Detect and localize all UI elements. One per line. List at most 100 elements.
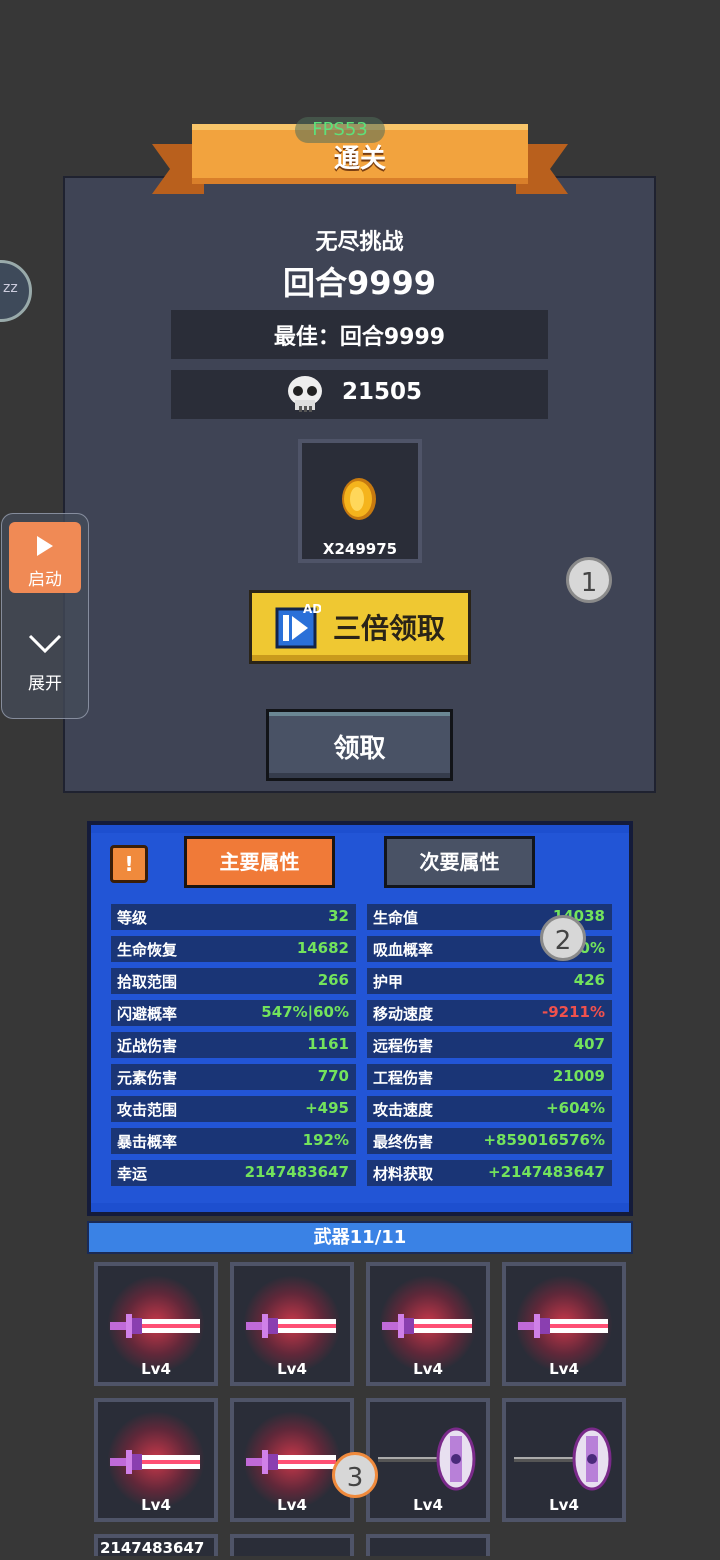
stat-name: 闪避概率 — [117, 1005, 178, 1023]
fps-counter: FPS53 — [295, 117, 385, 143]
weapon-slot[interactable]: Lv4 — [94, 1398, 218, 1522]
sword-icon — [244, 1306, 340, 1350]
weapon-slot[interactable]: Lv4 — [94, 1262, 218, 1386]
stat-value: 266 — [317, 971, 349, 989]
weapon-level: Lv4 — [549, 1360, 579, 1378]
coin-count: X249975 — [322, 540, 398, 558]
weapon-level: Lv4 — [141, 1496, 171, 1514]
stat-name: 最终伤害 — [373, 1133, 434, 1151]
sword-icon — [244, 1442, 340, 1486]
stat-name: 工程伤害 — [373, 1069, 434, 1087]
stat-row: 攻击速度 +604% — [367, 1096, 612, 1122]
stat-value: +859016576% — [483, 1131, 605, 1149]
stat-row: 幸运 2147483647 — [111, 1160, 356, 1186]
stat-name: 护甲 — [373, 973, 404, 991]
stat-row: 工程伤害 21009 — [367, 1064, 612, 1090]
stat-row: 闪避概率 547%|60% — [111, 1000, 356, 1026]
stat-row: 暴击概率 192% — [111, 1128, 356, 1154]
sword-icon — [516, 1306, 612, 1350]
stat-row: 生命恢复 14682 — [111, 936, 356, 962]
expand-label[interactable]: 展开 — [9, 669, 81, 694]
claim-label: 领取 — [333, 734, 386, 764]
info-icon[interactable]: ! — [110, 845, 148, 883]
stat-value: 32 — [328, 907, 349, 925]
weapon-slot[interactable]: Lv4 — [502, 1398, 626, 1522]
chevron-down-icon[interactable] — [27, 632, 63, 656]
stat-row: 近战伤害 1161 — [111, 1032, 356, 1058]
kill-count: 21505 — [342, 379, 423, 405]
weapon-slot[interactable]: Lv4 — [366, 1398, 490, 1522]
round-label: 回合9999 — [282, 264, 437, 302]
weapon-level: Lv4 — [141, 1360, 171, 1378]
touch-marker-3: 3 — [332, 1452, 378, 1498]
stat-name: 近战伤害 — [117, 1037, 178, 1055]
stat-value: 2147483647 — [244, 1163, 349, 1181]
stat-row: 攻击范围 +495 — [111, 1096, 356, 1122]
zz-label: zz — [3, 280, 18, 296]
ad-video-icon: AD — [275, 603, 321, 649]
coin-icon — [342, 478, 376, 520]
stat-value: 407 — [573, 1035, 605, 1053]
touch-marker-2: 2 — [540, 915, 586, 961]
stat-value: +2147483647 — [488, 1163, 605, 1181]
weapon-level: Lv4 — [277, 1496, 307, 1514]
stat-name: 吸血概率 — [373, 941, 434, 959]
stat-row: 元素伤害 770 — [111, 1064, 356, 1090]
stat-row: 材料获取 +2147483647 — [367, 1160, 612, 1186]
stat-name: 材料获取 — [373, 1165, 434, 1183]
tab-main-attributes[interactable]: 主要属性 — [184, 836, 335, 888]
triple-claim-label: 三倍领取 — [333, 612, 446, 645]
axe-icon — [376, 1424, 482, 1498]
weapon-slot[interactable]: Lv4 — [230, 1262, 354, 1386]
stat-value: +495 — [305, 1099, 349, 1117]
stat-value: -9211% — [541, 1003, 605, 1021]
sword-icon — [108, 1442, 204, 1486]
start-label: 启动 — [28, 570, 62, 590]
stat-name: 移动速度 — [373, 1005, 434, 1023]
stat-value: 770 — [317, 1067, 349, 1085]
stat-row: 最终伤害 +859016576% — [367, 1128, 612, 1154]
result-title: 通关 — [333, 144, 386, 174]
axe-icon — [512, 1424, 618, 1498]
sleep-float-button[interactable]: zz — [0, 260, 32, 322]
stat-row: 拾取范围 266 — [111, 968, 356, 994]
stat-name: 拾取范围 — [117, 973, 178, 991]
weapon-level: Lv4 — [413, 1360, 443, 1378]
weapon-level: Lv4 — [413, 1496, 443, 1514]
stat-row: 远程伤害 407 — [367, 1032, 612, 1058]
play-icon — [37, 536, 53, 556]
tab-secondary-attributes[interactable]: 次要属性 — [384, 836, 535, 888]
weapon-level: Lv4 — [277, 1360, 307, 1378]
weapon-slot-partial[interactable] — [230, 1534, 354, 1556]
sword-icon — [108, 1306, 204, 1350]
stat-name: 生命值 — [373, 909, 419, 927]
stat-name: 等级 — [117, 909, 148, 927]
weapon-slot[interactable]: Lv4 — [502, 1262, 626, 1386]
touch-marker-1: 1 — [566, 557, 612, 603]
stat-name: 攻击范围 — [117, 1101, 178, 1119]
mode-label: 无尽挑战 — [315, 230, 404, 255]
stat-name: 暴击概率 — [117, 1133, 178, 1151]
stat-row: 移动速度 -9211% — [367, 1000, 612, 1026]
weapon-slot[interactable]: Lv4 — [366, 1262, 490, 1386]
stat-row: 护甲 426 — [367, 968, 612, 994]
stat-value: 14682 — [296, 939, 349, 957]
stat-name: 攻击速度 — [373, 1101, 434, 1119]
stat-name: 生命恢复 — [117, 941, 178, 959]
sword-icon — [380, 1306, 476, 1350]
ad-badge: AD — [303, 603, 321, 616]
stat-name: 幸运 — [117, 1165, 148, 1183]
weapon-slot-partial[interactable] — [366, 1534, 490, 1556]
weapon-slot[interactable]: Lv4 — [230, 1398, 354, 1522]
weapon-level: Lv4 — [549, 1496, 579, 1514]
stat-value: +604% — [546, 1099, 605, 1117]
stat-value: 21009 — [552, 1067, 605, 1085]
slot-value: 2147483647 — [100, 1539, 205, 1557]
stat-row: 等级 32 — [111, 904, 356, 930]
skull-icon — [288, 376, 322, 412]
weapons-header: 武器11/11 — [87, 1221, 633, 1254]
stat-value: 1161 — [307, 1035, 349, 1053]
stat-value: 547%|60% — [261, 1003, 349, 1021]
stat-name: 远程伤害 — [373, 1037, 434, 1055]
best-record-text: 最佳：回合9999 — [273, 325, 446, 350]
